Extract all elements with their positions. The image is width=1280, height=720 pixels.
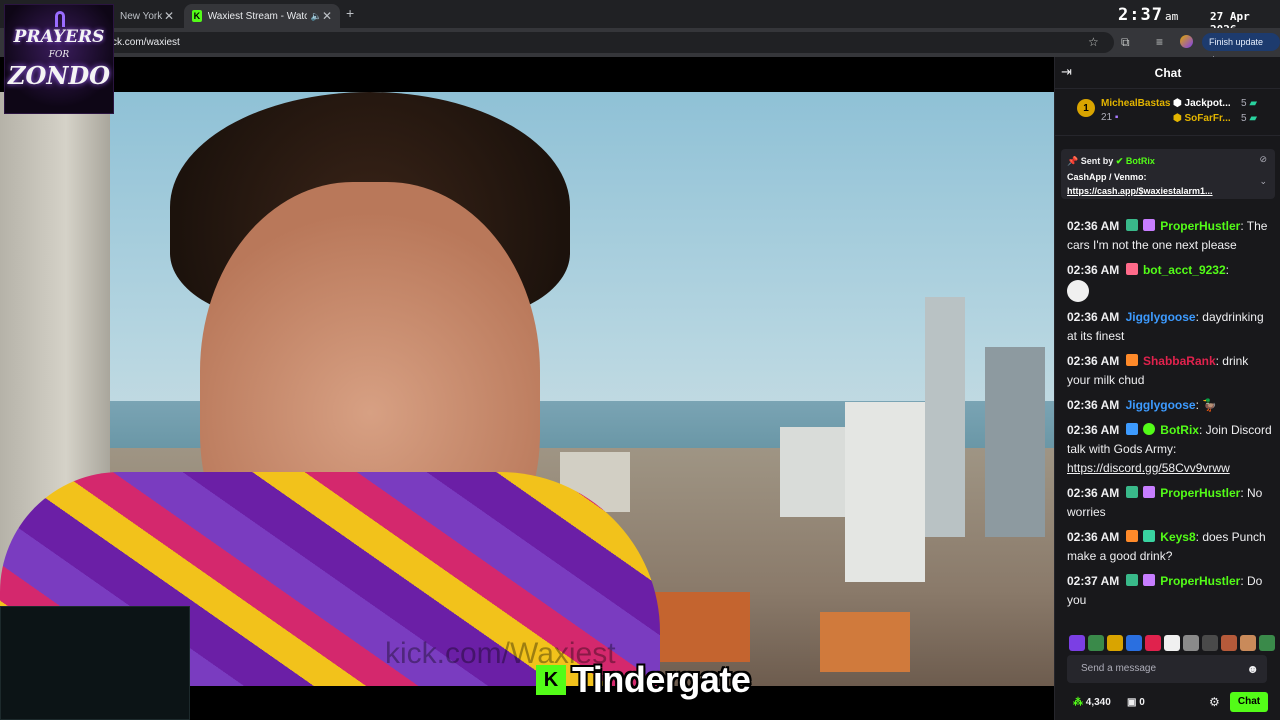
sword-badge-icon [1125,354,1138,366]
pin-icon: 📌 [1067,156,1079,166]
stream-logo: PRAYERS FOR ZONDO [4,4,114,114]
emote-icon[interactable] [1145,635,1161,651]
chat-footer: ⁂ 4,340 ▣ 0 ⚙ Chat [1055,689,1280,717]
chat-username[interactable]: BotRix [1160,423,1199,437]
chat-message-input[interactable]: Send a message ☻ [1067,655,1267,683]
subscriber-badge-icon [1142,530,1155,542]
gift-leaderboard: 1 MichealBastas 21 ▪ ⬢ Jackpot... 5 ▰ ⬢ … [1055,90,1280,136]
pinned-message[interactable]: 📌 Sent by ✔ BotRix CashApp / Venmo: http… [1061,149,1275,199]
leader-name[interactable]: ⬢ Jackpot... [1173,98,1231,109]
address-bar-row: ck.com/waxiest ☆ ⧉ ≡ [0,28,1280,57]
chat-message: 02:36 AM Keys8: does Punch make a good d… [1067,530,1266,563]
verified-icon: ✔ [1115,156,1124,166]
leader-name[interactable]: ⬢ SoFarFr... [1173,113,1231,124]
finish-update-button[interactable]: Finish update ⋮ [1202,33,1280,65]
profile-avatar[interactable] [1180,35,1193,48]
rank-badge: 1 [1077,99,1095,117]
browser-tabbar: New York ✕ K Waxiest Stream - Watch Liv … [0,0,1280,36]
kick-logo-icon: K [536,665,566,695]
chat-username[interactable]: ShabbaRank [1143,354,1216,368]
close-icon[interactable]: ✕ [164,9,174,23]
send-chat-button[interactable]: Chat [1230,692,1268,712]
caption-overlay: K Tindergate [536,659,751,700]
verified-badge-icon [1142,423,1155,435]
gift-badge-icon [1142,219,1155,231]
subscriber-badge-icon [1125,574,1138,586]
speaker-icon[interactable]: 🔈 [311,11,322,22]
chat-username[interactable]: Jigglygoose [1126,310,1196,324]
unpin-icon[interactable]: ⊘ [1259,154,1267,165]
channel-points[interactable]: ⁂ 4,340 [1073,697,1111,708]
emote-icon[interactable] [1126,635,1142,651]
gift-badge-icon [1125,263,1138,275]
chat-username[interactable]: ProperHustler [1160,574,1240,588]
emoji-picker-icon[interactable]: ☻ [1246,655,1259,683]
url-field[interactable]: ck.com/waxiest [104,32,1114,53]
chat-panel: ⇥ Chat 1 MichealBastas 21 ▪ ⬢ Jackpot...… [1054,57,1280,720]
extensions-icon[interactable]: ⧉ [1121,35,1130,50]
points-icon: ⁂ [1073,697,1083,708]
star-icon[interactable]: ☆ [1088,35,1099,49]
leader-count: 21 ▪ [1101,112,1119,123]
close-icon[interactable]: ✕ [322,9,332,23]
leader-count: 5 ▰ [1241,98,1258,109]
emote-icon[interactable] [1240,635,1256,651]
discord-link[interactable]: https://discord.gg/58Cvv9vrww [1067,459,1273,478]
gift-badge-icon [1142,574,1155,586]
emote-icon[interactable] [1107,635,1123,651]
chevron-down-icon[interactable]: ⌄ [1259,176,1267,187]
chat-username[interactable]: bot_acct_9232 [1143,263,1226,277]
emote-icon: 🦆 [1202,398,1218,412]
emote-icon[interactable] [1088,635,1104,651]
emote-quickbar [1069,635,1279,651]
leader-name[interactable]: MichealBastas [1101,98,1170,109]
chat-message: 02:36 AM Jigglygoose: daydrinking at its… [1067,310,1264,343]
webcam-overlay [0,606,190,720]
subscriber-badge-icon [1125,486,1138,498]
pinned-link[interactable]: https://cash.app/$waxiestalarm1... [1067,186,1213,196]
store-icon: ▣ [1127,697,1137,708]
video-frame[interactable] [0,92,1054,686]
subscriber-badge-icon [1125,219,1138,231]
chat-message: 02:36 AM ProperHustler: The cars I'm not… [1067,219,1268,252]
chat-message: 02:36 AM ProperHustler: No worries [1067,486,1263,519]
chat-username[interactable]: Keys8 [1160,530,1195,544]
chat-header: ⇥ Chat [1055,57,1280,89]
ribbon-icon [55,11,65,27]
sword-badge-icon [1125,530,1138,542]
chat-messages: 02:36 AM ProperHustler: The cars I'm not… [1067,217,1273,616]
store-button[interactable]: ▣ 0 [1127,697,1145,708]
chat-username[interactable]: ProperHustler [1160,219,1240,233]
new-tab-button[interactable]: + [346,5,354,21]
gear-icon[interactable]: ⚙ [1209,695,1220,709]
kick-favicon-icon: K [192,10,202,22]
emote-icon[interactable] [1202,635,1218,651]
media-controls-icon[interactable]: ≡ [1156,35,1163,49]
tab-title: Waxiest Stream - Watch Liv [207,10,307,22]
tab-title: New York [120,10,163,22]
browser-tab-waxiest[interactable]: K Waxiest Stream - Watch Liv 🔈 ✕ [184,4,340,28]
chat-message: 02:36 AM Jigglygoose: 🦆 [1067,398,1218,412]
browser-tab-newyork[interactable]: New York ✕ [112,4,182,28]
chat-message: 02:37 AM ProperHustler: Do you [1067,574,1263,607]
chat-message: 02:36 AM BotRix: Join Discord talk with … [1067,421,1273,478]
gift-badge-icon [1142,486,1155,498]
emote-icon [1067,280,1089,302]
bot-badge-icon [1125,423,1138,435]
emote-icon[interactable] [1259,635,1275,651]
emote-icon[interactable] [1069,635,1085,651]
chat-message: 02:36 AM ShabbaRank: drink your milk chu… [1067,354,1249,387]
chat-username[interactable]: Jigglygoose [1126,398,1196,412]
emote-icon[interactable] [1221,635,1237,651]
emote-icon[interactable] [1164,635,1180,651]
clock: 2:37 am [1118,5,1179,25]
emote-icon[interactable] [1183,635,1199,651]
chat-username[interactable]: ProperHustler [1160,486,1240,500]
chat-message: 02:36 AM bot_acct_9232: [1067,261,1273,302]
leader-count: 5 ▰ [1241,113,1258,124]
